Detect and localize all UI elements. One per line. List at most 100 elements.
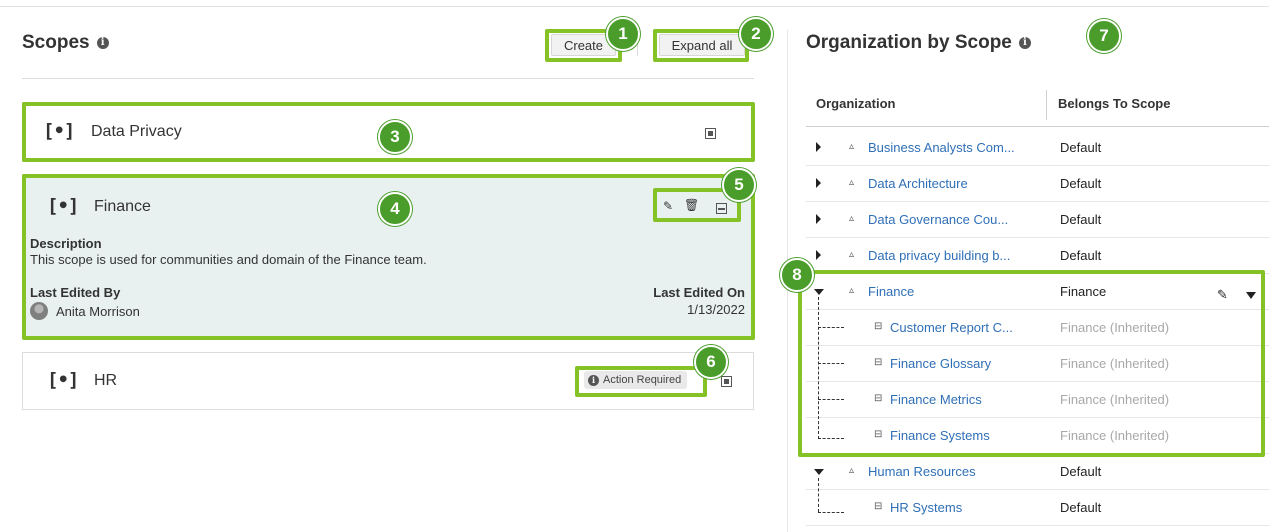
tree-connector: [818, 478, 819, 512]
expand-caret-icon[interactable]: [816, 250, 821, 260]
org-by-scope-title: Organization by Scope i: [806, 32, 1031, 54]
scopes-title-text: Scopes: [22, 32, 90, 53]
table-row[interactable]: ⊟ Finance Metrics Finance (Inherited): [806, 382, 1269, 418]
community-icon: ▵: [849, 285, 855, 296]
avatar: [30, 302, 48, 320]
scope-value: Default: [1060, 176, 1102, 191]
scope-value: Finance (Inherited): [1060, 320, 1170, 335]
community-icon: ▵: [849, 213, 855, 224]
callout-badge-6: 6: [694, 345, 728, 379]
collapse-caret-icon[interactable]: [814, 289, 824, 295]
table-header-underline: [806, 126, 1269, 127]
collapse-box-icon[interactable]: [716, 203, 727, 214]
scope-name: Data Privacy: [91, 123, 182, 140]
tree-connector: [818, 438, 844, 439]
table-row[interactable]: ▵ Data Architecture Default: [806, 166, 1269, 202]
scope-bracket-icon: [•]: [47, 195, 79, 217]
scope-value: Default: [1060, 140, 1102, 155]
domain-icon: ⊟: [874, 321, 883, 332]
org-link[interactable]: Data Governance Cou...: [868, 212, 1008, 227]
table-row[interactable]: ▵ Finance Finance: [806, 274, 1269, 310]
org-link[interactable]: Business Analysts Com...: [868, 140, 1015, 155]
scopes-header-separator: [22, 78, 754, 79]
info-circle-icon: i: [588, 374, 599, 386]
tree-connector: [818, 512, 844, 513]
org-link[interactable]: Human Resources: [868, 464, 976, 479]
trash-icon[interactable]: 🗑: [684, 198, 699, 212]
org-link[interactable]: Data Architecture: [868, 176, 968, 191]
callout-badge-8: 8: [780, 258, 814, 292]
domain-icon: ⊟: [874, 357, 883, 368]
scope-value: Default: [1060, 212, 1102, 227]
expand-box-icon[interactable]: [721, 376, 732, 387]
description-text: This scope is used for communities and d…: [30, 252, 427, 267]
expand-caret-icon[interactable]: [816, 178, 821, 188]
callout-badge-7: 7: [1087, 19, 1121, 53]
scopes-title: Scopes i: [22, 32, 109, 54]
org-link[interactable]: Finance Glossary: [890, 356, 991, 371]
scope-value: Finance (Inherited): [1060, 356, 1170, 371]
scope-value: Finance (Inherited): [1060, 392, 1170, 407]
callout-badge-4: 4: [378, 192, 412, 226]
scope-bracket-icon: [•]: [47, 369, 79, 391]
expand-caret-icon[interactable]: [816, 142, 821, 152]
expand-all-button[interactable]: Expand all: [659, 34, 745, 56]
action-required-label: Action Required: [603, 374, 682, 386]
scope-bracket-icon: [•]: [43, 120, 75, 142]
table-row[interactable]: ⊟ Finance Systems Finance (Inherited): [806, 418, 1269, 454]
column-header-belongs-to-scope[interactable]: Belongs To Scope: [1058, 96, 1170, 111]
expand-box-icon[interactable]: [705, 128, 716, 139]
table-row[interactable]: ▵ Business Analysts Com... Default: [806, 130, 1269, 166]
scope-value: Default: [1060, 500, 1102, 515]
org-link[interactable]: HR Systems: [890, 500, 962, 515]
org-link[interactable]: Finance: [868, 284, 914, 299]
scope-value: Finance: [1060, 284, 1107, 299]
community-icon: ▵: [849, 465, 855, 476]
pencil-icon[interactable]: ✎: [663, 199, 673, 213]
scope-value: Default: [1060, 248, 1102, 263]
table-row[interactable]: ▵ Data Governance Cou... Default: [806, 202, 1269, 238]
pencil-icon[interactable]: ✎: [1217, 287, 1228, 303]
expand-caret-icon[interactable]: [816, 214, 821, 224]
last-edited-on-label: Last Edited On: [653, 285, 745, 300]
user-name: Anita Morrison: [56, 303, 140, 319]
tree-connector: [818, 327, 844, 328]
last-edited-by-label: Last Edited By: [30, 285, 121, 300]
top-border: [0, 6, 1269, 7]
domain-icon: ⊟: [874, 429, 883, 440]
community-icon: ▵: [849, 141, 855, 152]
last-edited-by-user: Anita Morrison: [30, 302, 140, 320]
callout-badge-3: 3: [378, 120, 412, 154]
community-icon: ▵: [849, 249, 855, 260]
domain-icon: ⊟: [874, 501, 883, 512]
community-icon: ▵: [849, 177, 855, 188]
callout-badge-1: 1: [606, 17, 640, 51]
collapse-caret-icon[interactable]: [814, 469, 824, 475]
tree-connector: [818, 399, 844, 400]
org-link[interactable]: Customer Report C...: [890, 320, 1013, 335]
table-row[interactable]: ▵ Human Resources Default: [806, 454, 1269, 490]
org-title-text: Organization by Scope: [806, 32, 1012, 53]
scope-name: HR: [94, 372, 118, 389]
scope-value: Default: [1060, 464, 1102, 479]
last-edited-on-date: 1/13/2022: [687, 302, 745, 317]
column-header-organization[interactable]: Organization: [816, 96, 895, 111]
callout-badge-2: 2: [739, 17, 773, 51]
scope-name: Finance: [94, 198, 151, 215]
table-row[interactable]: ⊟ Customer Report C... Finance (Inherite…: [806, 310, 1269, 346]
table-row[interactable]: ⊟ HR Systems Default: [806, 490, 1269, 526]
column-separator: [1046, 90, 1047, 120]
description-label: Description: [30, 236, 102, 251]
info-circle-icon[interactable]: i: [1018, 37, 1031, 49]
tree-connector: [818, 363, 844, 364]
table-row[interactable]: ▵ Data privacy building b... Default: [806, 238, 1269, 274]
table-row[interactable]: ⊟ Finance Glossary Finance (Inherited): [806, 346, 1269, 382]
org-link[interactable]: Data privacy building b...: [868, 248, 1010, 263]
action-required-badge[interactable]: i Action Required: [584, 371, 688, 389]
chevron-down-icon[interactable]: [1246, 292, 1256, 299]
org-link[interactable]: Finance Metrics: [890, 392, 982, 407]
info-circle-icon[interactable]: i: [96, 37, 109, 49]
callout-badge-5: 5: [722, 168, 756, 202]
domain-icon: ⊟: [874, 393, 883, 404]
org-link[interactable]: Finance Systems: [890, 428, 990, 443]
